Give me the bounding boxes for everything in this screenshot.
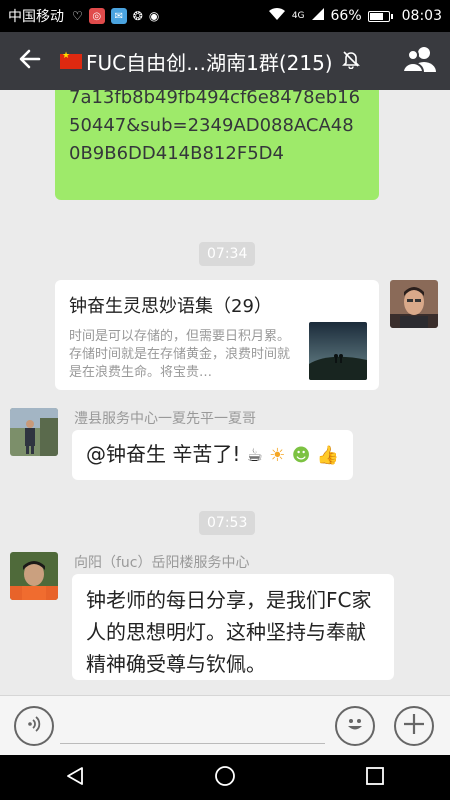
coffee-emoji-icon: ☕ bbox=[246, 445, 263, 466]
chat-history[interactable]: 7a13fb8b49fb494cf6e8478eb1650447&sub=234… bbox=[0, 90, 450, 695]
message-input-bar bbox=[0, 695, 450, 755]
mute-bell-icon bbox=[341, 49, 361, 74]
group-members-button[interactable] bbox=[401, 32, 438, 90]
battery-percent: 66% bbox=[330, 8, 362, 24]
emoji-button[interactable] bbox=[335, 706, 375, 746]
nav-home-button[interactable] bbox=[214, 765, 236, 791]
wechat-icon: ❂ bbox=[132, 9, 143, 23]
received-message-bubble[interactable]: 钟老师的每日分享，是我们FC家人的思想明灯。这种坚持与奉献精神确受尊与钦佩。 bbox=[72, 574, 394, 680]
signal-icon bbox=[311, 7, 325, 25]
sender-name: 向阳（fuc）岳阳楼服务中心 bbox=[74, 555, 250, 571]
smiley-icon bbox=[342, 711, 368, 741]
plus-icon bbox=[402, 712, 426, 740]
article-thumbnail bbox=[309, 322, 367, 380]
network-type: 4G bbox=[291, 11, 305, 21]
more-actions-button[interactable] bbox=[394, 706, 434, 746]
app-notification-icon: ◎ bbox=[88, 8, 105, 24]
nav-recents-button[interactable] bbox=[364, 765, 386, 791]
article-title: 钟奋生灵思妙语集（29） bbox=[69, 296, 272, 317]
system-nav-bar bbox=[0, 755, 450, 800]
chat-header: FUC自由创…湖南1群(215) bbox=[0, 32, 450, 90]
back-button[interactable] bbox=[0, 32, 60, 90]
wifi-icon bbox=[268, 7, 286, 25]
message-text: 钟老师的每日分享，是我们FC家人的思想明灯。这种坚持与奉献精神确受尊与钦佩。 bbox=[86, 588, 372, 676]
sun-emoji-icon: ☀ bbox=[269, 445, 286, 466]
article-description: 时间是可以存储的，但需要日积月累。存储时间就是在存储黄金，浪费时间就是在浪费生命… bbox=[69, 329, 291, 380]
status-bar: 中国移动 ♡ ◎ ✉ ❂ ◉ 4G 66% 08:03 bbox=[0, 0, 450, 32]
sender-name: 澧县服务中心一夏先平一夏哥 bbox=[74, 411, 256, 427]
heart-shield-icon: ♡ bbox=[72, 9, 83, 23]
members-icon bbox=[401, 45, 438, 77]
app-icon: ◉ bbox=[148, 9, 160, 23]
shared-article-card[interactable]: 钟奋生灵思妙语集（29） 时间是可以存储的，但需要日积月累。存储时间就是在存储黄… bbox=[55, 280, 379, 390]
message-notification-icon: ✉ bbox=[110, 8, 127, 24]
carrier-label: 中国移动 bbox=[8, 9, 64, 25]
timestamp-badge: 07:53 bbox=[199, 511, 256, 535]
message-input[interactable] bbox=[60, 708, 325, 744]
voice-icon bbox=[24, 714, 44, 738]
received-message-bubble[interactable]: @钟奋生 辛苦了! ☕ ☀ ☻ 👍 bbox=[72, 430, 354, 480]
nav-back-button[interactable] bbox=[64, 765, 86, 791]
thumbs-up-emoji-icon: 👍 bbox=[316, 445, 340, 466]
chat-title: FUC自由创…湖南1群(215) bbox=[60, 47, 361, 76]
clock: 08:03 bbox=[401, 8, 442, 24]
timestamp-badge: 07:34 bbox=[199, 242, 256, 266]
voice-toggle-button[interactable] bbox=[14, 706, 54, 746]
sender-avatar[interactable] bbox=[10, 408, 58, 456]
sent-message-bubble[interactable]: 7a13fb8b49fb494cf6e8478eb1650447&sub=234… bbox=[55, 90, 379, 200]
cheer-emoji-icon: ☻ bbox=[291, 445, 311, 466]
my-avatar[interactable] bbox=[390, 280, 438, 328]
sender-avatar[interactable] bbox=[10, 552, 58, 600]
battery-icon bbox=[367, 10, 393, 22]
chat-title-text: FUC自由创…湖南1群(215) bbox=[86, 50, 333, 75]
message-text: @钟奋生 辛苦了! bbox=[86, 442, 241, 466]
back-arrow-icon bbox=[18, 47, 42, 75]
flag-icon bbox=[60, 51, 82, 69]
